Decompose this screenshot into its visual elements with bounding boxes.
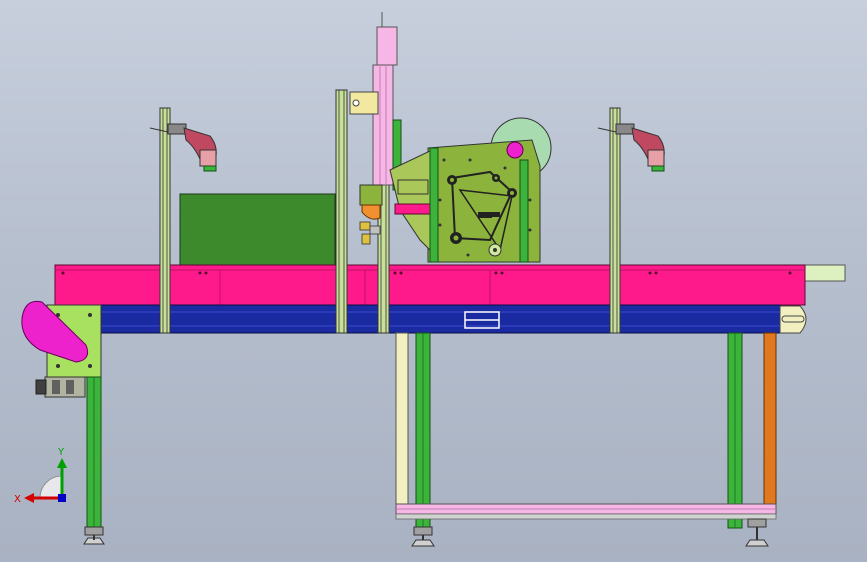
feet-mid <box>411 526 435 547</box>
coordinate-triad: Y X <box>14 447 67 505</box>
y-axis-label: Y <box>57 447 65 458</box>
feet-right <box>745 518 769 547</box>
magenta-motor <box>506 141 524 159</box>
upright-right <box>609 107 621 334</box>
slide-column-top <box>376 26 398 66</box>
z-axis-marker <box>58 494 66 502</box>
assembly-drawing: Y X <box>14 12 846 547</box>
orange-gripper <box>361 204 381 220</box>
orange-leg <box>763 332 777 509</box>
x-axis-label: X <box>14 494 21 505</box>
gear-box <box>44 376 86 398</box>
cad-viewport[interactable]: Y X <box>0 0 867 562</box>
sensor-cluster <box>359 221 381 245</box>
upright-left <box>159 107 171 334</box>
conveyor-end-block <box>804 264 846 282</box>
cream-leg-left <box>395 332 409 509</box>
upright-center-left <box>335 89 348 334</box>
green-product-box <box>179 193 336 267</box>
belt-end-roller <box>779 305 807 334</box>
scanner-right <box>597 123 665 172</box>
slide-column <box>372 64 394 186</box>
